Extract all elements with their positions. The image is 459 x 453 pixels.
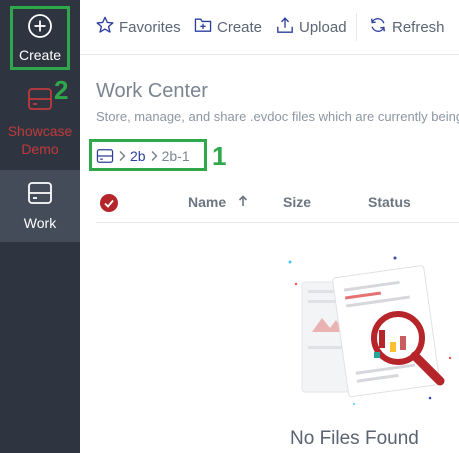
drive-root-icon[interactable]: [96, 148, 114, 164]
sidebar-showcase-label: Showcase Demo: [7, 122, 73, 157]
upload-icon: [276, 16, 299, 38]
column-header-name[interactable]: Name: [188, 194, 248, 210]
select-all-checkbox[interactable]: [100, 194, 118, 212]
chevron-right-icon: [118, 150, 126, 162]
drive-icon: [27, 87, 53, 116]
breadcrumb-item-2b-1: 2b-1: [161, 148, 190, 164]
page-title: Work Center: [96, 80, 208, 102]
sidebar-item-work[interactable]: Work: [0, 170, 80, 242]
create-label: Create: [217, 18, 263, 36]
page-subtitle: Store, manage, and share .evdoc files wh…: [96, 109, 459, 124]
star-icon: [96, 16, 119, 38]
create-button[interactable]: Create: [194, 15, 262, 39]
check-icon: [104, 199, 114, 208]
sidebar-create-button[interactable]: Create: [0, 0, 80, 76]
breadcrumb-highlight-number: 1: [212, 141, 227, 171]
refresh-button[interactable]: Refresh: [369, 15, 445, 39]
sidebar: Create Showcase Demo Work: [0, 0, 80, 453]
breadcrumb: 2b 2b-1: [96, 146, 190, 166]
column-header-size[interactable]: Size: [283, 194, 311, 210]
toolbar: Favorites Create Upload Refresh: [80, 0, 459, 55]
table-header: Name Size Status: [96, 186, 459, 223]
sidebar-create-label: Create: [18, 46, 62, 63]
upload-label: Upload: [299, 18, 347, 36]
upload-button[interactable]: Upload: [276, 15, 347, 39]
refresh-icon: [369, 16, 392, 38]
folder-plus-icon: [194, 17, 217, 37]
toolbar-divider: [356, 13, 357, 41]
breadcrumb-item-2b[interactable]: 2b: [130, 148, 146, 164]
empty-state-message: No Files Found: [290, 428, 419, 449]
column-name-label: Name: [188, 194, 227, 210]
sort-ascending-icon: [238, 194, 248, 210]
chevron-right-icon: [150, 150, 158, 162]
create-highlight-number: 2: [54, 75, 69, 105]
refresh-label: Refresh: [392, 18, 445, 36]
no-files-illustration: [280, 250, 459, 415]
drive-icon: [27, 181, 53, 210]
sidebar-work-label: Work: [23, 214, 57, 231]
favorites-button[interactable]: Favorites: [96, 15, 181, 39]
column-header-status[interactable]: Status: [368, 194, 411, 210]
favorites-label: Favorites: [119, 18, 181, 36]
plus-circle-icon: [27, 13, 53, 44]
